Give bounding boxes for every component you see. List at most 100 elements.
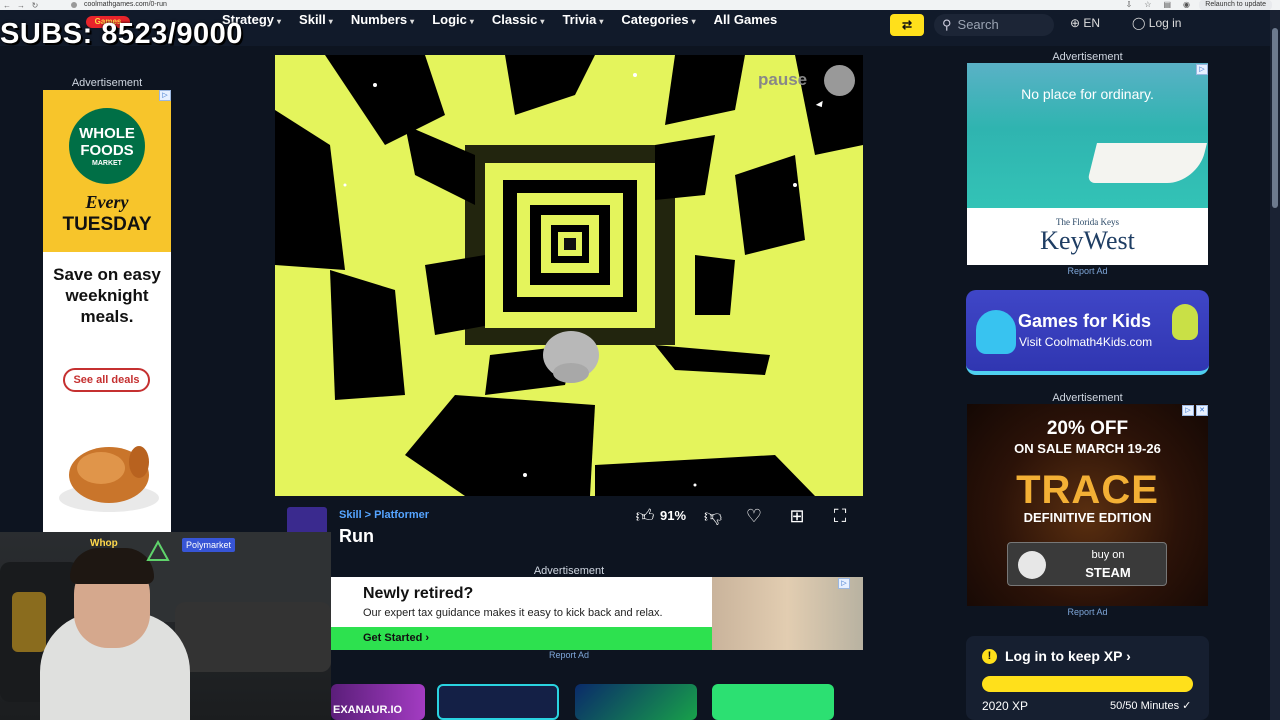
ad-title: Newly retired? bbox=[363, 585, 474, 602]
advertisement-label: Advertisement bbox=[1052, 392, 1123, 404]
chevron-down-icon: ▾ bbox=[469, 17, 474, 26]
rating-percent: 91% bbox=[660, 508, 687, 523]
advertisement-label: Advertisement bbox=[71, 77, 143, 89]
thumbs-up-icon[interactable]: 👍︎ bbox=[634, 505, 656, 527]
reload-icon[interactable]: ↻ bbox=[28, 1, 42, 10]
adchoices-icon[interactable]: ▷ bbox=[159, 90, 171, 101]
webcam-chair-accent bbox=[12, 592, 46, 652]
nav-trivia[interactable]: Trivia ▾ bbox=[562, 12, 603, 27]
xp-card: ! Log in to keep XP › 2020 XP 50/50 Minu… bbox=[966, 636, 1209, 720]
chevron-down-icon: ▾ bbox=[599, 17, 604, 26]
pause-label: pause bbox=[758, 70, 808, 89]
scrollbar-thumb[interactable] bbox=[1272, 28, 1278, 208]
browser-toolbar: ← → ↻ bbox=[0, 0, 1280, 10]
adchoices-icon[interactable]: ▷ bbox=[838, 578, 850, 589]
game-canvas[interactable] bbox=[275, 55, 863, 496]
xp-login-link[interactable]: Log in to keep XP › bbox=[1005, 648, 1131, 664]
ad-discount: 20% OFF bbox=[1046, 418, 1129, 439]
ad-edition: DEFINITIVE EDITION bbox=[1023, 510, 1152, 525]
chevron-down-icon: ▾ bbox=[410, 17, 415, 26]
globe-icon: ⊕ bbox=[1070, 16, 1084, 30]
octopus-mascot bbox=[976, 310, 1016, 354]
extensions-icon[interactable]: ▤ bbox=[1163, 0, 1171, 10]
login-button[interactable]: ◯ Log in bbox=[1132, 16, 1181, 30]
webcam-couch bbox=[175, 602, 331, 672]
forward-icon[interactable]: → bbox=[14, 1, 28, 10]
ad-sea-photo bbox=[967, 63, 1208, 208]
see-all-deals-button[interactable]: See all deals bbox=[63, 368, 150, 392]
nav-numbers[interactable]: Numbers ▾ bbox=[351, 12, 414, 27]
xp-minutes: 50/50 Minutes ✓ bbox=[1110, 700, 1192, 712]
game-thumbnail[interactable] bbox=[575, 684, 697, 720]
trace-game-ad[interactable]: 20% OFF ON SALE MARCH 19-26 TRACE DEFINI… bbox=[967, 404, 1208, 606]
thumbs-down-icon[interactable]: 👎︎ bbox=[702, 505, 724, 527]
sponsor-polymarket-logo: Polymarket bbox=[182, 538, 236, 552]
get-started-link[interactable]: Get Started › bbox=[363, 632, 429, 644]
game-thumbnail[interactable] bbox=[712, 684, 834, 720]
search-input[interactable]: ⚲ Search bbox=[934, 14, 1054, 36]
adchoices-icon[interactable]: ▷ bbox=[1182, 405, 1194, 416]
kids-title: Games for Kids bbox=[1018, 311, 1152, 331]
key-west-ad[interactable]: No place for ordinary. The Florida Keys … bbox=[967, 63, 1208, 265]
buy-on-steam-button[interactable]: buy on STEAM bbox=[1007, 542, 1167, 586]
report-ad-link[interactable]: Report Ad bbox=[967, 266, 1208, 276]
retirement-ad[interactable]: Newly retired? Our expert tax guidance m… bbox=[331, 577, 863, 650]
advertisement-label: Advertisement bbox=[533, 565, 605, 577]
pause-button[interactable] bbox=[824, 65, 855, 96]
chevron-down-icon: ▾ bbox=[277, 17, 282, 26]
whole-foods-logo: WHOLE FOODS MARKET bbox=[69, 108, 145, 184]
relaunch-button[interactable]: Relaunch to update bbox=[1199, 0, 1272, 10]
favorite-heart-icon[interactable]: ♡ bbox=[743, 505, 765, 527]
kids-subtitle: Visit Coolmath4Kids.com bbox=[1019, 335, 1153, 349]
shuffle-icon: ⇄ bbox=[901, 18, 913, 32]
xp-progress-bar bbox=[982, 676, 1193, 692]
chevron-down-icon: ▾ bbox=[691, 17, 696, 26]
nav-skill[interactable]: Skill ▾ bbox=[299, 12, 333, 27]
ad-sale-dates: ON SALE MARCH 19-26 bbox=[1014, 441, 1161, 456]
xp-amount: 2020 XP bbox=[982, 699, 1029, 713]
language-selector[interactable]: ⊕ EN bbox=[1070, 16, 1100, 30]
ad-close-icon[interactable]: ✕ bbox=[1196, 405, 1208, 416]
nav-categories[interactable]: Categories ▾ bbox=[621, 12, 695, 27]
coolmath4kids-banner[interactable]: Games for Kids Visit Coolmath4Kids.com bbox=[966, 290, 1209, 375]
adchoices-icon[interactable]: ▷ bbox=[1196, 64, 1208, 75]
roast-chicken-image bbox=[59, 446, 159, 512]
subscriber-counter: SUBS: 8523/9000 bbox=[0, 18, 243, 50]
add-to-playlist-icon[interactable]: ⊞ bbox=[786, 505, 808, 527]
ad-every-text: Every bbox=[85, 192, 129, 212]
ad-day-text: TUESDAY bbox=[62, 214, 152, 235]
address-bar[interactable]: coolmathgames.com/0-run bbox=[84, 0, 167, 10]
tunnel-graphic bbox=[275, 55, 863, 496]
alphafutures-logo bbox=[146, 540, 170, 561]
steam-icon bbox=[1018, 551, 1046, 579]
report-ad-link[interactable]: Report Ad bbox=[331, 650, 807, 660]
whole-foods-ad[interactable]: WHOLE FOODS MARKET Every TUESDAY Save on… bbox=[43, 90, 171, 532]
nav-classic[interactable]: Classic ▾ bbox=[492, 12, 545, 27]
chevron-down-icon: ▾ bbox=[328, 17, 333, 26]
game-title: Run bbox=[339, 526, 374, 546]
bookmark-star-icon[interactable]: ☆ bbox=[1144, 0, 1151, 10]
game-thumbnail[interactable] bbox=[437, 684, 559, 720]
nav-all-games[interactable]: All Games bbox=[714, 12, 778, 27]
nav-logic[interactable]: Logic ▾ bbox=[432, 12, 474, 27]
random-game-button[interactable]: ⇄ bbox=[890, 14, 924, 36]
download-icon[interactable]: ⇩ bbox=[1126, 0, 1133, 10]
breadcrumb-category[interactable]: Skill bbox=[339, 509, 362, 521]
site-info-icon[interactable] bbox=[71, 2, 77, 8]
ad-headline: Save on easy weeknight meals. bbox=[53, 265, 161, 326]
checkmark-icon: ✓ bbox=[1182, 700, 1192, 712]
chevron-down-icon: ▾ bbox=[540, 17, 545, 26]
profile-icon[interactable]: ◉ bbox=[1183, 0, 1190, 10]
fullscreen-icon[interactable]: ⛶ bbox=[829, 505, 851, 527]
browser-action-icons: ⇩ ☆ ▤ ◉ bbox=[1126, 0, 1190, 10]
sponsor-whop-logo: Whop bbox=[90, 538, 118, 549]
game-thumbnail[interactable]: EXANAUR.IO bbox=[331, 684, 425, 720]
report-ad-link[interactable]: Report Ad bbox=[967, 607, 1208, 617]
ad-subtitle: Our expert tax guidance makes it easy to… bbox=[363, 607, 663, 619]
alien-mascot bbox=[1172, 304, 1198, 340]
breadcrumb-subcategory[interactable]: Platformer bbox=[374, 509, 429, 521]
ad-tagline: No place for ordinary. bbox=[1021, 86, 1154, 102]
webcam-overlay: Whop Polymarket bbox=[0, 532, 331, 720]
back-icon[interactable]: ← bbox=[0, 1, 14, 10]
breadcrumb: Skill > Platformer bbox=[339, 509, 430, 521]
